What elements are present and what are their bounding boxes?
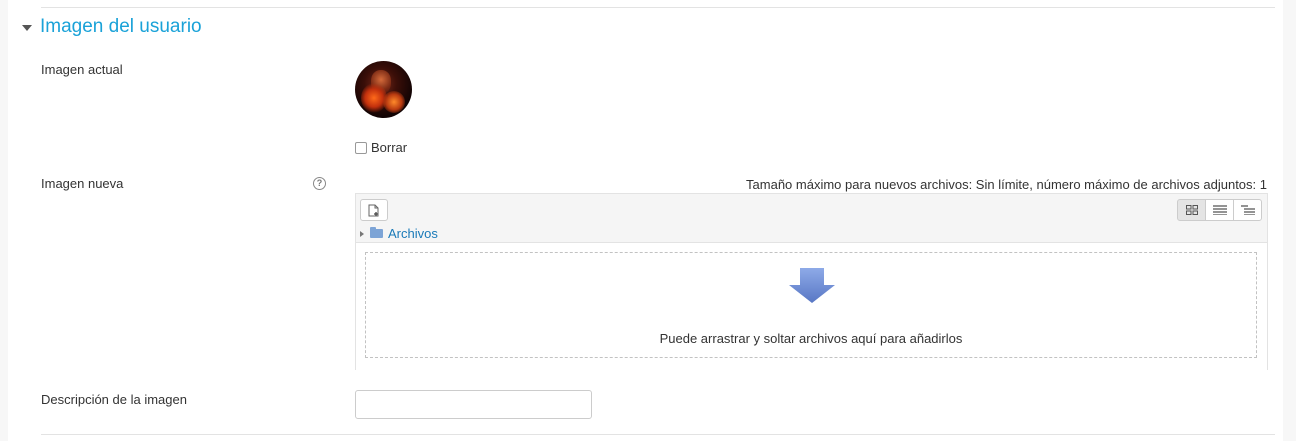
folder-icon bbox=[370, 227, 383, 238]
drop-hint-text: Puede arrastrar y soltar archivos aquí p… bbox=[659, 331, 963, 346]
path-link-archivos[interactable]: Archivos bbox=[388, 226, 438, 241]
collapse-caret-icon bbox=[22, 25, 32, 31]
path-bar: Archivos bbox=[360, 226, 438, 241]
view-list-button[interactable] bbox=[1205, 199, 1234, 221]
view-icons-button[interactable] bbox=[1177, 199, 1206, 221]
expand-arrow-icon[interactable] bbox=[360, 230, 364, 237]
drop-zone[interactable]: Puede arrastrar y soltar archivos aquí p… bbox=[365, 252, 1257, 358]
delete-image-label[interactable]: Borrar bbox=[371, 140, 407, 155]
help-icon[interactable]: ? bbox=[313, 177, 326, 190]
drop-arrow-icon bbox=[789, 268, 835, 303]
bottom-divider bbox=[41, 434, 1275, 435]
add-file-button[interactable] bbox=[360, 199, 388, 221]
file-picker: Archivos Puede arrastrar y soltar archiv… bbox=[355, 193, 1268, 370]
avatar bbox=[355, 61, 412, 118]
max-size-info: Tamaño máximo para nuevos archivos: Sin … bbox=[746, 177, 1267, 192]
add-file-icon bbox=[368, 204, 379, 217]
top-divider bbox=[41, 7, 1275, 8]
section-title[interactable]: Imagen del usuario bbox=[40, 16, 202, 38]
view-mode-group bbox=[1177, 199, 1262, 221]
current-image-label: Imagen actual bbox=[41, 62, 123, 77]
tree-view-icon bbox=[1240, 205, 1255, 215]
delete-image-checkbox[interactable] bbox=[355, 141, 367, 154]
image-description-label: Descripción de la imagen bbox=[41, 392, 187, 407]
form-panel: Imagen del usuario Imagen actual Borrar … bbox=[8, 0, 1283, 441]
file-area: Puede arrastrar y soltar archivos aquí p… bbox=[356, 242, 1267, 370]
section-toggle[interactable]: Imagen del usuario bbox=[22, 16, 202, 38]
new-image-label: Imagen nueva bbox=[41, 176, 124, 191]
view-tree-button[interactable] bbox=[1233, 199, 1262, 221]
list-view-icon bbox=[1212, 205, 1227, 215]
grid-view-icon bbox=[1185, 205, 1198, 215]
delete-image-row: Borrar bbox=[355, 140, 407, 155]
image-description-input[interactable] bbox=[355, 390, 592, 419]
